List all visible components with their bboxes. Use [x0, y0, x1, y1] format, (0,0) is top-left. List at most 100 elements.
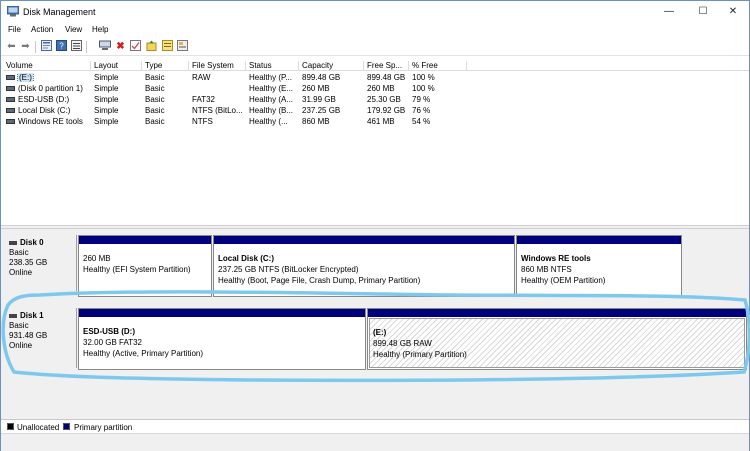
- partition-size: 260 MB: [83, 254, 111, 263]
- disk-icon: [9, 240, 17, 245]
- volume-capacity: 237.25 GB: [302, 106, 341, 115]
- legend-label-primary: Primary partition: [74, 423, 133, 432]
- volume-layout: Simple: [94, 106, 119, 115]
- partition-bar: [368, 309, 746, 317]
- volume-row[interactable]: ESD-USB (D:) Simple Basic FAT32 Healthy …: [3, 95, 749, 106]
- volume-row[interactable]: (Disk 0 partition 1) Simple Basic Health…: [3, 84, 749, 95]
- column-status[interactable]: Status: [246, 61, 299, 71]
- drive-icon: [6, 96, 15, 102]
- menu-action[interactable]: Action: [31, 25, 53, 34]
- volume-percent-free: 79 %: [412, 95, 431, 104]
- volume-name: Local Disk (C:): [18, 106, 71, 115]
- title-bar[interactable]: Disk Management — ☐ ✕: [1, 1, 749, 23]
- volume-free-space: 899.48 GB: [367, 73, 406, 82]
- menu-file[interactable]: File: [8, 25, 21, 34]
- close-button[interactable]: ✕: [717, 1, 749, 23]
- partition-esd-usb-d[interactable]: ESD-USB (D:) 32.00 GB FAT32 Healthy (Act…: [78, 308, 366, 370]
- help-icon[interactable]: ?: [55, 40, 68, 53]
- partition-e[interactable]: (E:) 899.48 GB RAW Healthy (Primary Part…: [367, 308, 747, 370]
- volume-type: Basic: [145, 95, 165, 104]
- partition-size: 860 MB NTFS: [521, 265, 572, 274]
- toolbar-divider: [86, 41, 87, 53]
- partition-size: 32.00 GB FAT32: [83, 338, 142, 347]
- menu-view[interactable]: View: [65, 25, 82, 34]
- volume-layout: Simple: [94, 73, 119, 82]
- disk-0-label[interactable]: Disk 0 Basic 238.35 GB Online: [5, 235, 77, 291]
- maximize-button[interactable]: ☐: [687, 1, 719, 23]
- partition-name: Windows RE tools: [521, 254, 591, 263]
- partition-local-disk-c[interactable]: Local Disk (C:) 237.25 GB NTFS (BitLocke…: [213, 235, 515, 297]
- disk-name: Disk 0: [20, 238, 44, 247]
- connect-icon[interactable]: [98, 40, 111, 53]
- toolbar-divider: [35, 41, 36, 53]
- back-icon[interactable]: ⬅: [5, 40, 18, 53]
- delete-icon[interactable]: ✖: [114, 40, 127, 53]
- column-capacity[interactable]: Capacity: [299, 61, 364, 71]
- list-icon[interactable]: [70, 40, 83, 53]
- toolbar: ⬅ ➡ ? ✖: [1, 38, 749, 56]
- window-title: Disk Management: [23, 7, 96, 17]
- volume-layout: Simple: [94, 84, 119, 93]
- menu-bar: File Action View Help: [1, 23, 749, 37]
- volume-capacity: 899.48 GB: [302, 73, 341, 82]
- volume-name: Windows RE tools: [18, 117, 83, 126]
- volume-status: Healthy (A...: [249, 95, 294, 104]
- disk-name: Disk 1: [20, 311, 44, 320]
- column-type[interactable]: Type: [142, 61, 189, 71]
- partition-status: Healthy (OEM Partition): [521, 276, 606, 285]
- drive-icon: [6, 74, 15, 80]
- volume-status: Healthy (B...: [249, 106, 294, 115]
- partition-size: 899.48 GB RAW: [373, 339, 432, 348]
- settings-icon[interactable]: [176, 40, 189, 53]
- properties-icon[interactable]: [40, 40, 53, 53]
- partition-bar: [517, 236, 681, 244]
- svg-text:?: ?: [59, 42, 64, 51]
- column-free-space[interactable]: Free Sp...: [364, 61, 409, 71]
- disk-1-label[interactable]: Disk 1 Basic 931.48 GB Online: [5, 308, 77, 368]
- volume-type: Basic: [145, 117, 165, 126]
- partition-size: 237.25 GB NTFS (BitLocker Encrypted): [218, 265, 359, 274]
- forward-icon[interactable]: ➡: [19, 40, 32, 53]
- partition-name: (E:): [373, 328, 387, 337]
- volume-percent-free: 100 %: [412, 84, 435, 93]
- disk-management-window: Disk Management — ☐ ✕ File Action View H…: [0, 0, 750, 451]
- disk-state: Online: [9, 268, 33, 277]
- status-bar: [1, 433, 749, 451]
- partition-windows-re-tools[interactable]: Windows RE tools 860 MB NTFS Healthy (OE…: [516, 235, 682, 297]
- check-icon[interactable]: [129, 40, 142, 53]
- volume-name: (Disk 0 partition 1): [18, 84, 83, 93]
- disk-management-icon: [7, 6, 19, 17]
- format-icon[interactable]: [145, 40, 158, 53]
- partition-status: Healthy (EFI System Partition): [83, 265, 191, 274]
- volume-row[interactable]: (E:) Simple Basic RAW Healthy (P... 899.…: [3, 73, 749, 84]
- drive-icon: [6, 118, 15, 124]
- disk-size: 238.35 GB: [9, 258, 48, 267]
- column-layout[interactable]: Layout: [91, 61, 142, 71]
- volume-layout: Simple: [94, 117, 119, 126]
- menu-help[interactable]: Help: [92, 25, 108, 34]
- volume-status: Healthy (P...: [249, 73, 292, 82]
- volume-percent-free: 100 %: [412, 73, 435, 82]
- volume-capacity: 31.99 GB: [302, 95, 336, 104]
- drive-icon: [6, 107, 15, 113]
- column-percent-free[interactable]: % Free: [409, 61, 467, 71]
- volume-row[interactable]: Local Disk (C:) Simple Basic NTFS (BitLo…: [3, 106, 749, 117]
- column-volume[interactable]: Volume: [3, 61, 91, 71]
- volume-status: Healthy (E...: [249, 84, 294, 93]
- volume-free-space: 179.92 GB: [367, 106, 406, 115]
- partition-efi[interactable]: 260 MB Healthy (EFI System Partition): [78, 235, 212, 297]
- refresh-icon[interactable]: [161, 40, 174, 53]
- volume-file-system: FAT32: [192, 95, 215, 104]
- partition-status: Healthy (Active, Primary Partition): [83, 349, 204, 358]
- disk-type: Basic: [9, 321, 29, 330]
- volume-file-system: RAW: [192, 73, 211, 82]
- volume-row[interactable]: Windows RE tools Simple Basic NTFS Healt…: [3, 117, 749, 128]
- volume-layout: Simple: [94, 95, 119, 104]
- volume-free-space: 260 MB: [367, 84, 395, 93]
- minimize-button[interactable]: —: [653, 1, 685, 23]
- legend-label-unallocated: Unallocated: [17, 423, 60, 432]
- volume-percent-free: 54 %: [412, 117, 431, 126]
- disk-state: Online: [9, 341, 33, 350]
- column-file-system[interactable]: File System: [189, 61, 246, 71]
- partition-status: Healthy (Primary Partition): [373, 350, 467, 359]
